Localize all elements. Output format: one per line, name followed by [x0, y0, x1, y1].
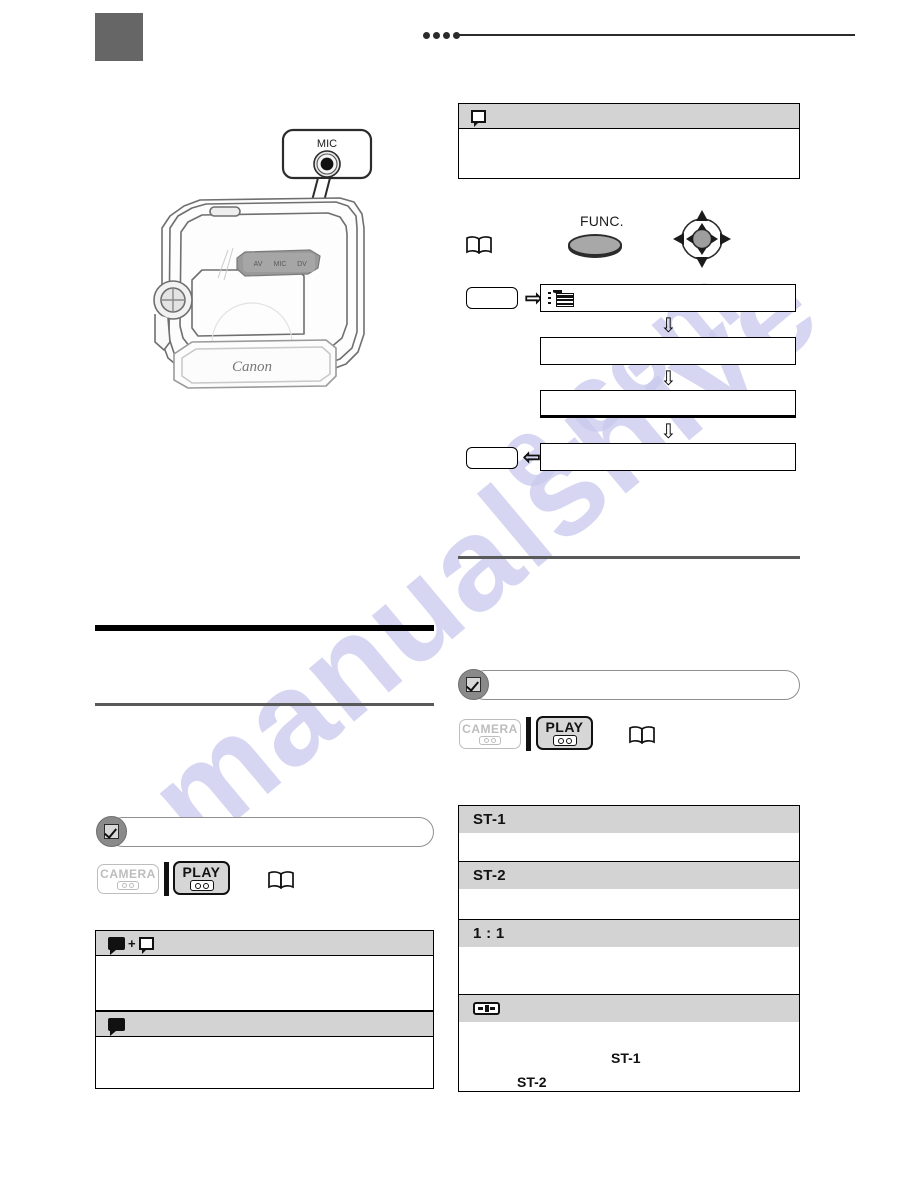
flow-row-2[interactable] — [540, 337, 796, 365]
menu-list-icon — [548, 289, 574, 307]
left-panel-1-header: + — [96, 931, 433, 956]
option-section-1to1-header: 1 : 1 — [459, 920, 799, 947]
option-section-st2-body — [459, 889, 799, 918]
right-section-rule — [458, 556, 800, 559]
mode-badge-play[interactable]: PLAY — [173, 861, 230, 895]
right-top-panel-header — [459, 104, 799, 129]
tape-reels-icon — [479, 736, 501, 745]
left-panel-2-header — [96, 1012, 433, 1037]
tape-reels-icon — [189, 880, 214, 891]
open-book-icon — [466, 236, 492, 255]
option-section-st2: ST-2 — [459, 862, 799, 920]
func-button[interactable] — [568, 234, 622, 256]
option-section-st2-label: ST-2 — [473, 867, 506, 884]
tape-reels-icon — [117, 881, 139, 890]
right-top-panel-body — [459, 129, 799, 177]
option-section-st2-header: ST-2 — [459, 862, 799, 889]
option-section-st1-header: ST-1 — [459, 806, 799, 833]
option-section-st1: ST-1 — [459, 806, 799, 862]
left-panel-2 — [95, 1011, 434, 1089]
mode-badge-play-label: PLAY — [545, 719, 584, 735]
tape-reels-icon — [552, 735, 577, 746]
svg-text:DV: DV — [297, 261, 307, 268]
left-panel-1: + — [95, 930, 434, 1011]
mode-badge-camera-label: CAMERA — [462, 722, 518, 736]
flow-row-3[interactable] — [540, 390, 796, 418]
index-mark-icon — [473, 1002, 500, 1015]
option-section-st1-label: ST-1 — [473, 811, 506, 828]
check-mark-badge-icon — [458, 669, 489, 700]
flow-arrow-down-icon-2: ⇩ — [660, 368, 677, 390]
page-tab-marker — [95, 13, 143, 61]
left-panel-2-body — [96, 1037, 433, 1087]
left-heading-rule — [95, 625, 434, 631]
balloon-solid-icon — [108, 1017, 125, 1036]
left-subheading-rule — [95, 703, 434, 706]
right-top-panel — [458, 103, 800, 179]
mode-badge-camera-label: CAMERA — [100, 867, 156, 881]
mode-badge-play-label: PLAY — [182, 864, 221, 880]
flow-end-button[interactable] — [466, 447, 518, 469]
screen-outline-icon — [471, 109, 486, 127]
mode-badge-camera[interactable]: CAMERA — [459, 719, 521, 749]
option-section-1to1-body — [459, 947, 799, 993]
func-button-label: FUNC. — [580, 213, 624, 229]
flow-start-button[interactable] — [466, 287, 518, 309]
option-inline-note-st2: ST-2 — [517, 1074, 547, 1090]
screen-outline-icon — [138, 936, 154, 954]
flow-arrow-left-icon: ⇦ — [523, 446, 541, 469]
option-inline-note-st1: ST-1 — [611, 1050, 641, 1066]
four-way-joystick-icon[interactable] — [673, 210, 731, 268]
left-note-bar — [108, 817, 434, 847]
open-book-icon — [629, 726, 655, 745]
flow-row-4[interactable] — [540, 443, 796, 471]
camcorder-svg: MIC Canon AV MIC DV — [153, 128, 373, 389]
mode-badge-camera[interactable]: CAMERA — [97, 864, 159, 894]
mode-badge-play[interactable]: PLAY — [536, 716, 593, 750]
svg-text:MIC: MIC — [274, 261, 287, 268]
option-section-st1-body — [459, 833, 799, 860]
right-note-bar — [470, 670, 800, 700]
option-section-index-header — [459, 995, 799, 1022]
option-section-index-body: ST-1 ST-2 — [459, 1022, 799, 1090]
flow-arrow-down-icon-1: ⇩ — [660, 315, 677, 337]
flow-arrow-down-icon-3: ⇩ — [660, 421, 677, 443]
svg-text:AV: AV — [254, 261, 263, 268]
plus-sign-glyph: + — [128, 935, 136, 951]
open-book-icon — [268, 871, 294, 890]
mode-separator — [164, 862, 169, 896]
manual-page: MIC Canon AV MIC DV FUNC. ⇨ ⇩ ⇩ ⇩ ⇦ CAME… — [0, 0, 918, 1188]
flow-row-1[interactable] — [540, 284, 796, 312]
option-section-1to1-label: 1 : 1 — [473, 925, 505, 942]
brand-text: Canon — [232, 359, 272, 375]
option-section-1to1: 1 : 1 — [459, 920, 799, 995]
mode-separator — [526, 717, 531, 751]
camcorder-illustration: MIC Canon AV MIC DV — [140, 128, 402, 400]
svg-text:MIC: MIC — [317, 138, 337, 150]
header-rule-line — [458, 34, 855, 36]
left-panel-1-body — [96, 956, 433, 1009]
left-heading-text — [95, 636, 434, 666]
check-mark-badge-icon — [96, 816, 127, 847]
option-table: ST-1 ST-2 1 : 1 ST-1 ST-2 — [458, 805, 800, 1092]
balloon-solid-icon — [108, 936, 125, 955]
header-bullet-dots — [423, 31, 460, 39]
left-body-text — [95, 670, 434, 700]
option-section-index: ST-1 ST-2 — [459, 995, 799, 1090]
